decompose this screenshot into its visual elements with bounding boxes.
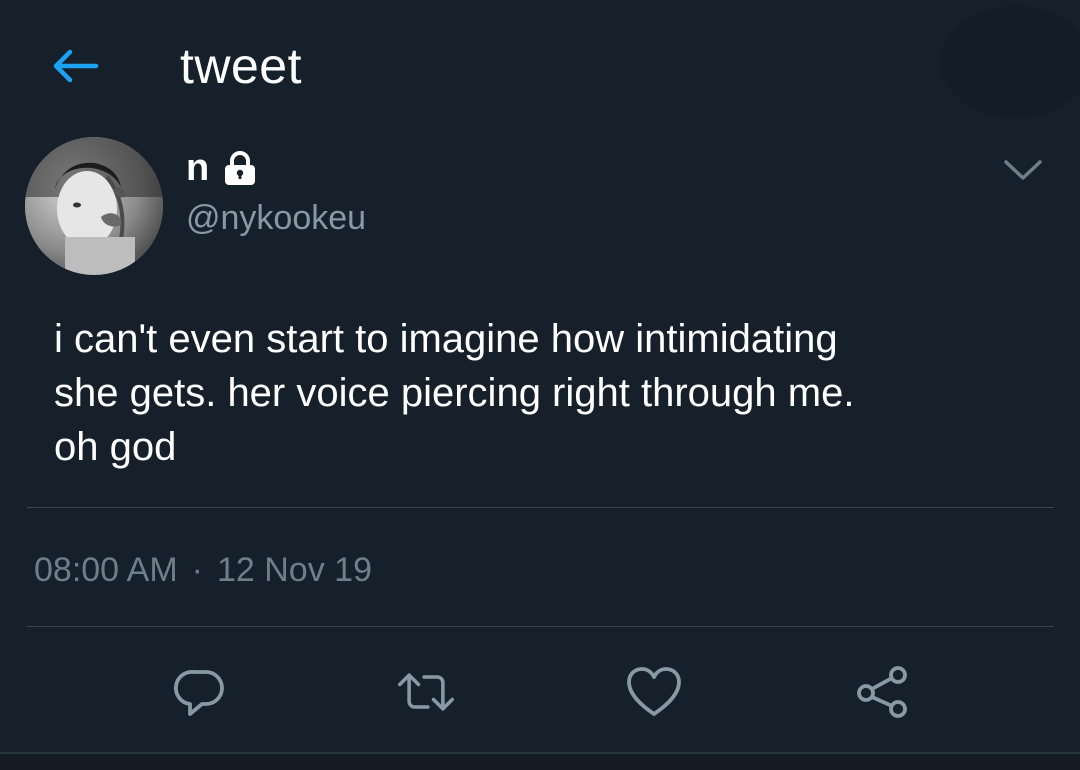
reply-icon [174,670,224,716]
tweet-text: i can't even start to imagine how intimi… [54,317,855,469]
share-button[interactable] [852,662,912,722]
bottom-edge [0,752,1080,770]
back-button[interactable] [46,42,104,90]
lock-icon [225,151,256,185]
author-handle[interactable]: @nykookeu [186,196,366,240]
tweet-date: 12 Nov 19 [216,551,372,589]
avatar[interactable] [25,137,163,275]
share-icon [857,666,907,718]
chevron-down-icon [1004,160,1042,180]
divider [27,507,1054,508]
top-bar: tweet [0,0,1080,130]
reply-button[interactable] [170,662,230,722]
separator: · [191,551,203,589]
author-display-name[interactable]: n [186,146,209,190]
arrow-left-icon [53,49,99,83]
like-button[interactable] [624,662,684,722]
retweet-button[interactable] [396,662,456,722]
divider [27,626,1054,627]
retweet-icon [397,673,455,711]
avatar-photo [25,137,163,275]
page-title: tweet [180,38,303,94]
heart-icon [627,667,681,716]
header-shadow [940,6,1080,118]
tweet-timestamp: 08:00 AM · 12 Nov 19 [34,548,372,592]
author-name-row: n [186,146,257,190]
tweet-menu-button[interactable] [998,150,1048,190]
tweet-time: 08:00 AM [34,551,178,589]
